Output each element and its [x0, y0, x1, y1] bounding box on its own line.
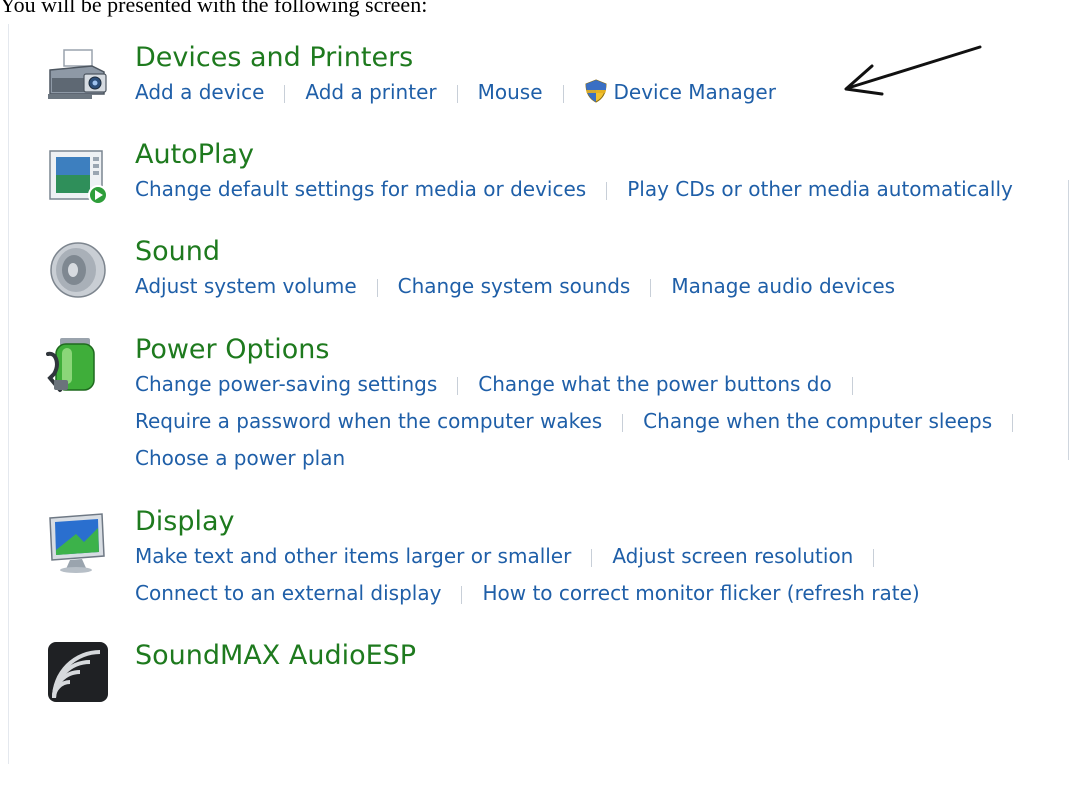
autoplay-links: Change default settings for media or dev… [135, 175, 1070, 212]
power-buttons-link[interactable]: Change what the power buttons do [478, 372, 831, 396]
soundmax-audioesp-title[interactable]: SoundMAX AudioESP [135, 640, 416, 672]
choose-power-plan-link[interactable]: Choose a power plan [135, 446, 345, 470]
link-row: Adjust system volume Change system sounds… [135, 272, 1070, 309]
monitor-icon[interactable] [46, 512, 110, 576]
link-separator [591, 548, 593, 567]
link-row: Change default settings for media or dev… [135, 175, 1070, 212]
link-row: Make text and other items larger or smal… [135, 542, 1070, 579]
uac-shield-icon [584, 79, 608, 103]
sound-title[interactable]: Sound [135, 236, 220, 268]
link-separator [851, 376, 853, 395]
intro-text: You will be presented with the following… [0, 0, 428, 17]
link-separator [873, 548, 875, 567]
power-options-title[interactable]: Power Options [135, 334, 329, 366]
link-separator [650, 278, 652, 297]
link-row: Require a password when the computer wak… [135, 407, 1070, 444]
battery-icon[interactable] [46, 334, 110, 398]
play-cds-automatically-link[interactable]: Play CDs or other media automatically [627, 177, 1013, 201]
require-password-on-wake-link[interactable]: Require a password when the computer wak… [135, 409, 602, 433]
sound-links: Adjust system volume Change system sounds… [135, 272, 1070, 309]
link-separator [284, 84, 286, 103]
display-title[interactable]: Display [135, 506, 235, 538]
devices-printers-icon[interactable] [46, 48, 110, 112]
link-separator [1012, 413, 1014, 432]
autoplay-title[interactable]: AutoPlay [135, 139, 254, 171]
speaker-icon[interactable] [46, 242, 110, 306]
link-row: Connect to an external display How to cor… [135, 579, 1070, 616]
mouse-link[interactable]: Mouse [478, 80, 543, 104]
annotation-arrow-icon [844, 45, 982, 96]
change-system-sounds-link[interactable]: Change system sounds [398, 274, 631, 298]
add-a-device-link[interactable]: Add a device [135, 80, 264, 104]
manage-audio-devices-link[interactable]: Manage audio devices [671, 274, 895, 298]
adjust-screen-resolution-link[interactable]: Adjust screen resolution [612, 544, 853, 568]
display-links: Make text and other items larger or smal… [135, 542, 1070, 616]
link-separator [562, 84, 564, 103]
autoplay-icon[interactable] [46, 145, 110, 209]
change-sleep-time-link[interactable]: Change when the computer sleeps [643, 409, 992, 433]
connect-external-display-link[interactable]: Connect to an external display [135, 581, 441, 605]
link-separator [456, 84, 458, 103]
device-manager-link[interactable]: Device Manager [614, 80, 776, 104]
link-separator [461, 585, 463, 604]
soundmax-icon[interactable] [46, 640, 110, 704]
change-default-settings-link[interactable]: Change default settings for media or dev… [135, 177, 586, 201]
link-separator [376, 278, 378, 297]
link-separator [457, 376, 459, 395]
link-row: Choose a power plan [135, 444, 1070, 481]
add-a-printer-link[interactable]: Add a printer [305, 80, 436, 104]
monitor-flicker-link[interactable]: How to correct monitor flicker (refresh … [482, 581, 919, 605]
adjust-system-volume-link[interactable]: Adjust system volume [135, 274, 357, 298]
link-separator [606, 181, 608, 200]
devices-and-printers-title[interactable]: Devices and Printers [135, 42, 413, 74]
power-options-links: Change power-saving settings Change what … [135, 370, 1070, 481]
link-row: Change power-saving settings Change what … [135, 370, 1070, 407]
left-border [8, 24, 9, 764]
link-separator [622, 413, 624, 432]
change-power-saving-settings-link[interactable]: Change power-saving settings [135, 372, 437, 396]
make-text-larger-link[interactable]: Make text and other items larger or smal… [135, 544, 571, 568]
